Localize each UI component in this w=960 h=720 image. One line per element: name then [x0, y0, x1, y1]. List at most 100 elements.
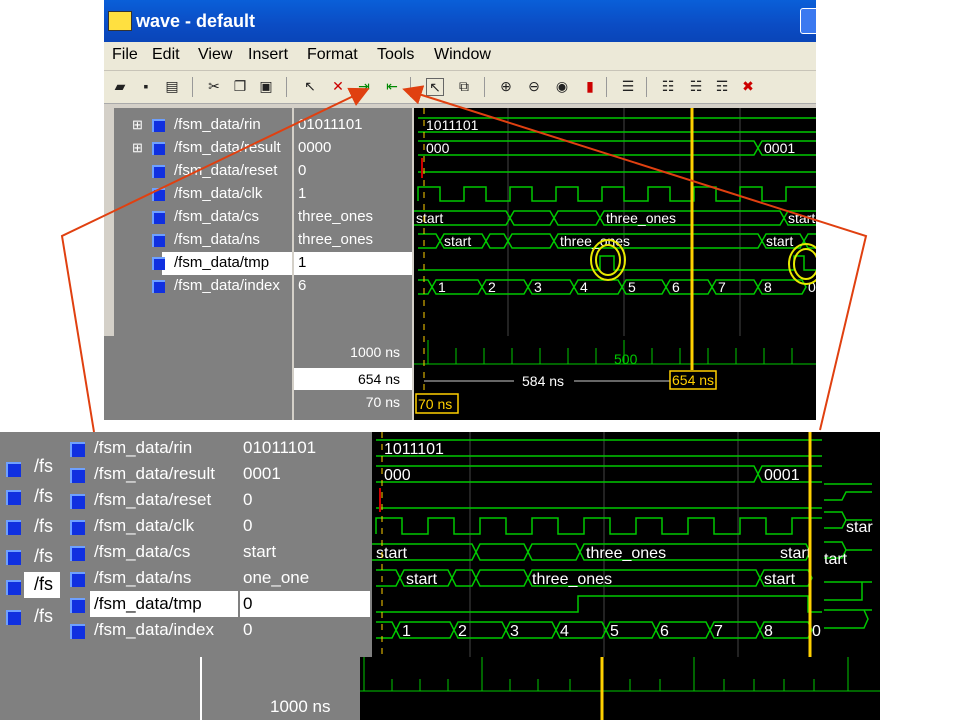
signal-value-result: 0000 — [298, 139, 332, 156]
zoom-wave-label-index-2: 2 — [458, 623, 467, 640]
signal-icon — [6, 610, 21, 625]
cursor-1-value[interactable]: 654 ns — [358, 371, 400, 387]
behind-label: /fs — [34, 516, 54, 536]
cursor-waveform-pane[interactable]: 500 584 ns 654 ns 70 ns — [414, 336, 816, 420]
wave-label-index-6: 6 — [672, 279, 680, 295]
zoom-wave-label-index-1: 1 — [402, 623, 411, 640]
zoom-side-wave-a — [824, 483, 872, 501]
zoom-out-icon[interactable]: ⊖ — [526, 78, 542, 94]
signal-name-tmp[interactable]: /fsm_data/tmp — [174, 254, 269, 271]
remove-icon[interactable]: ✖ — [740, 78, 756, 94]
now-value: 1000 ns — [350, 344, 400, 360]
selected-value-highlight — [294, 252, 412, 275]
signal-icon — [70, 572, 85, 587]
signal-icon — [152, 188, 165, 201]
open-icon[interactable]: ▰ — [112, 78, 128, 94]
zoom-side-label-start: star — [846, 519, 873, 536]
signal-icon — [152, 257, 165, 270]
zoom-signal-name-ns[interactable]: /fsm_data/ns — [94, 568, 191, 588]
zoom-wave-clk — [375, 517, 822, 535]
menu-format[interactable]: Format — [307, 46, 358, 64]
zoom-in-icon[interactable]: ⊕ — [498, 78, 514, 94]
zoom-wave-label-result-a: 000 — [384, 467, 411, 484]
cut-icon[interactable]: ✂ — [206, 78, 222, 94]
signal-name-result[interactable]: /fsm_data/result — [174, 139, 281, 156]
menu-tools[interactable]: Tools — [377, 46, 414, 64]
menu-window[interactable]: Window — [434, 46, 491, 64]
signal-icon — [152, 211, 165, 224]
zoom-wave-label-rin: 1011101 — [384, 441, 444, 458]
signal-icon — [70, 546, 85, 561]
copy-icon[interactable]: ❐ — [232, 78, 248, 94]
signal-name-rin[interactable]: /fsm_data/rin — [174, 116, 261, 133]
waveform-pane[interactable]: 1011101 000 0001 start three_ones start … — [414, 108, 816, 336]
zoom-signal-name-index[interactable]: /fsm_data/index — [94, 620, 214, 640]
list-icon[interactable]: ☷ — [660, 78, 676, 94]
wave-label-cs-start: start — [416, 210, 443, 226]
zoom-signal-name-reset[interactable]: /fsm_data/reset — [94, 490, 211, 510]
paste-icon[interactable]: ▣ — [258, 78, 274, 94]
select-icon[interactable]: ↖ — [302, 78, 318, 94]
zoom-now-value: 1000 ns — [270, 697, 331, 716]
menu-edit[interactable]: Edit — [152, 46, 180, 64]
save-icon[interactable]: ▪ — [138, 78, 154, 94]
zoom-signal-value-clk: 0 — [243, 516, 253, 535]
signal-name-reset[interactable]: /fsm_data/reset — [174, 162, 277, 179]
zoom-wave-label-index-9: 0 — [812, 623, 821, 640]
behind-label: /fs — [34, 456, 54, 476]
stop-icon[interactable]: ▮ — [582, 78, 598, 94]
signal-value-pane: 01011101 0000 0 1 three_ones three_ones … — [294, 108, 412, 336]
wave-label-index-1: 1 — [438, 279, 446, 295]
ruler-mark-label: 500 — [614, 351, 638, 367]
next-edge-icon[interactable]: ⇤ — [384, 78, 400, 94]
zoom-signal-value-result: 0001 — [243, 464, 281, 483]
signal-icon — [6, 490, 21, 505]
print-icon[interactable]: ▤ — [164, 78, 180, 94]
zoom-signal-value-ns: one_one — [243, 568, 310, 587]
signal-value-clk: 1 — [298, 185, 307, 202]
wave-window: wave - default File Edit View Insert For… — [104, 0, 816, 420]
expand-icon[interactable]: ⊞ — [132, 117, 143, 133]
signal-icon — [152, 142, 165, 155]
zoom-wave-result — [376, 465, 822, 483]
signal-name-index[interactable]: /fsm_data/index — [174, 277, 280, 294]
delete-cursor-icon[interactable]: ✕ — [330, 78, 346, 94]
expand-icon[interactable]: ⊞ — [132, 140, 143, 156]
signal-name-clk[interactable]: /fsm_data/clk — [174, 185, 262, 202]
signal-name-cs[interactable]: /fsm_data/cs — [174, 208, 259, 225]
add-icon[interactable]: ☶ — [714, 78, 730, 94]
zoom-full-icon[interactable]: ◉ — [554, 78, 570, 94]
find-icon[interactable]: ☰ — [620, 78, 636, 94]
zoom-signal-name-rin[interactable]: /fsm_data/rin — [94, 438, 192, 458]
menu-insert[interactable]: Insert — [248, 46, 288, 64]
zoom-signal-value-pane: 01011101 0001 0 0 start one_one 0 0 — [240, 432, 370, 657]
previous-edge-icon[interactable]: ⇥ — [356, 78, 372, 94]
zoom-wave-label-index-5: 5 — [610, 623, 619, 640]
cursor-2-value[interactable]: 70 ns — [366, 394, 400, 410]
insert-icon[interactable]: ☵ — [688, 78, 704, 94]
zoom-signal-value-cs: start — [243, 542, 277, 561]
zoom-wave-label-cs-start2: start — [780, 545, 812, 562]
zoom-waveform-canvas: 1011101 000 0001 start three_ones start … — [372, 432, 873, 657]
zoom-wave-label-index-4: 4 — [560, 623, 569, 640]
signal-name-ns[interactable]: /fsm_data/ns — [174, 231, 260, 248]
menu-view[interactable]: View — [198, 46, 232, 64]
wave-label-rin: 1011101 — [426, 117, 479, 133]
signal-name-pane: ⊞ ⊞ /fsm_data/rin /fsm_data/result /fsm_… — [114, 108, 292, 336]
zoom-side-wave-d — [824, 581, 872, 601]
waveform-canvas: 1011101 000 0001 start three_ones start … — [414, 108, 816, 336]
zoom-wave-label-index-7: 7 — [714, 623, 723, 640]
pointer-icon[interactable]: ↖ — [426, 78, 444, 96]
zoom-signal-name-result[interactable]: /fsm_data/result — [94, 464, 215, 484]
signal-icon — [6, 550, 21, 565]
zoom-signal-name-cs[interactable]: /fsm_data/cs — [94, 542, 190, 562]
maximize-button[interactable] — [800, 8, 816, 34]
zoom-signal-name-clk[interactable]: /fsm_data/clk — [94, 516, 194, 536]
zoom-signal-value-rin: 01011101 — [243, 438, 317, 457]
signal-icon — [6, 580, 21, 595]
zoom-signal-name-tmp[interactable]: /fsm_data/tmp — [94, 594, 202, 614]
menu-file[interactable]: File — [112, 46, 138, 64]
zoom-waveform-pane[interactable]: 1011101 000 0001 start three_ones start … — [372, 432, 880, 657]
zoom-mode-icon[interactable]: ⧉ — [456, 78, 472, 94]
behind-label: /fs — [34, 546, 54, 566]
